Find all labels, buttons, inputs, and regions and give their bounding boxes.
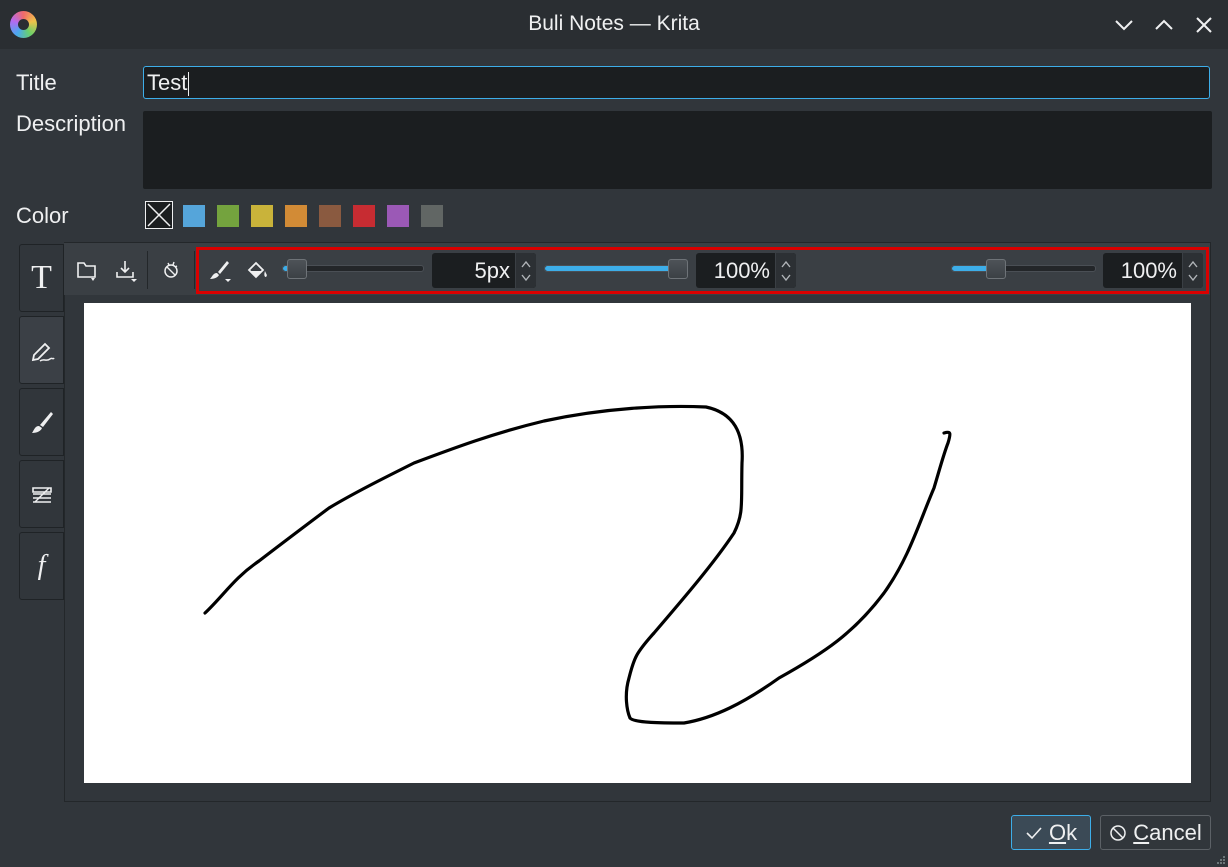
text-T-icon: T xyxy=(31,259,52,296)
cancel-label: Cancel xyxy=(1133,819,1202,845)
description-label: Description xyxy=(16,111,127,136)
maximize-icon[interactable] xyxy=(1149,10,1179,40)
cancel-button[interactable]: Cancel xyxy=(1100,815,1211,850)
checkmark-icon xyxy=(1026,826,1042,839)
color-swatch[interactable] xyxy=(387,205,409,227)
minimize-icon[interactable] xyxy=(1109,10,1139,40)
text-tab[interactable]: T xyxy=(19,244,64,312)
color-swatch[interactable] xyxy=(285,205,307,227)
brush-tab[interactable] xyxy=(19,388,64,456)
sketch-canvas[interactable] xyxy=(84,303,1191,783)
color-swatch[interactable] xyxy=(183,205,205,227)
resize-grip-icon[interactable] xyxy=(1216,855,1226,865)
function-tab[interactable]: f xyxy=(19,532,64,600)
open-image-icon[interactable] xyxy=(74,257,100,283)
ok-label: Ok xyxy=(1048,819,1078,845)
color-swatch[interactable] xyxy=(421,205,443,227)
highlight-box xyxy=(196,247,1209,294)
toolbar-separator xyxy=(147,251,148,289)
title-value: Test xyxy=(147,70,188,95)
sketch-stroke xyxy=(203,404,952,725)
cancel-icon xyxy=(1110,824,1126,841)
close-icon[interactable] xyxy=(1189,10,1219,40)
clear-canvas-icon[interactable] xyxy=(158,257,184,283)
no-color-swatch[interactable] xyxy=(145,201,173,229)
description-input[interactable] xyxy=(143,111,1212,189)
color-label: Color xyxy=(16,203,69,228)
save-image-icon[interactable] xyxy=(113,257,139,283)
window-titlebar: Buli Notes — Krita xyxy=(0,0,1228,49)
color-swatch[interactable] xyxy=(251,205,273,227)
toolbar-separator xyxy=(194,251,195,289)
brush-icon xyxy=(31,412,53,433)
window-title: Buli Notes — Krita xyxy=(528,12,700,35)
function-f-icon: f xyxy=(37,550,46,581)
ok-button[interactable]: Ok xyxy=(1011,815,1091,850)
color-swatch[interactable] xyxy=(319,205,341,227)
layers-tab[interactable] xyxy=(19,460,64,528)
color-swatch[interactable] xyxy=(353,205,375,227)
text-caret xyxy=(188,72,190,97)
layers-icon xyxy=(31,487,52,503)
title-input[interactable]: Test xyxy=(143,66,1210,99)
title-label: Title xyxy=(16,70,57,95)
sketch-tab[interactable] xyxy=(19,316,64,384)
color-swatch[interactable] xyxy=(217,205,239,227)
pencil-sketch-icon xyxy=(31,342,55,362)
